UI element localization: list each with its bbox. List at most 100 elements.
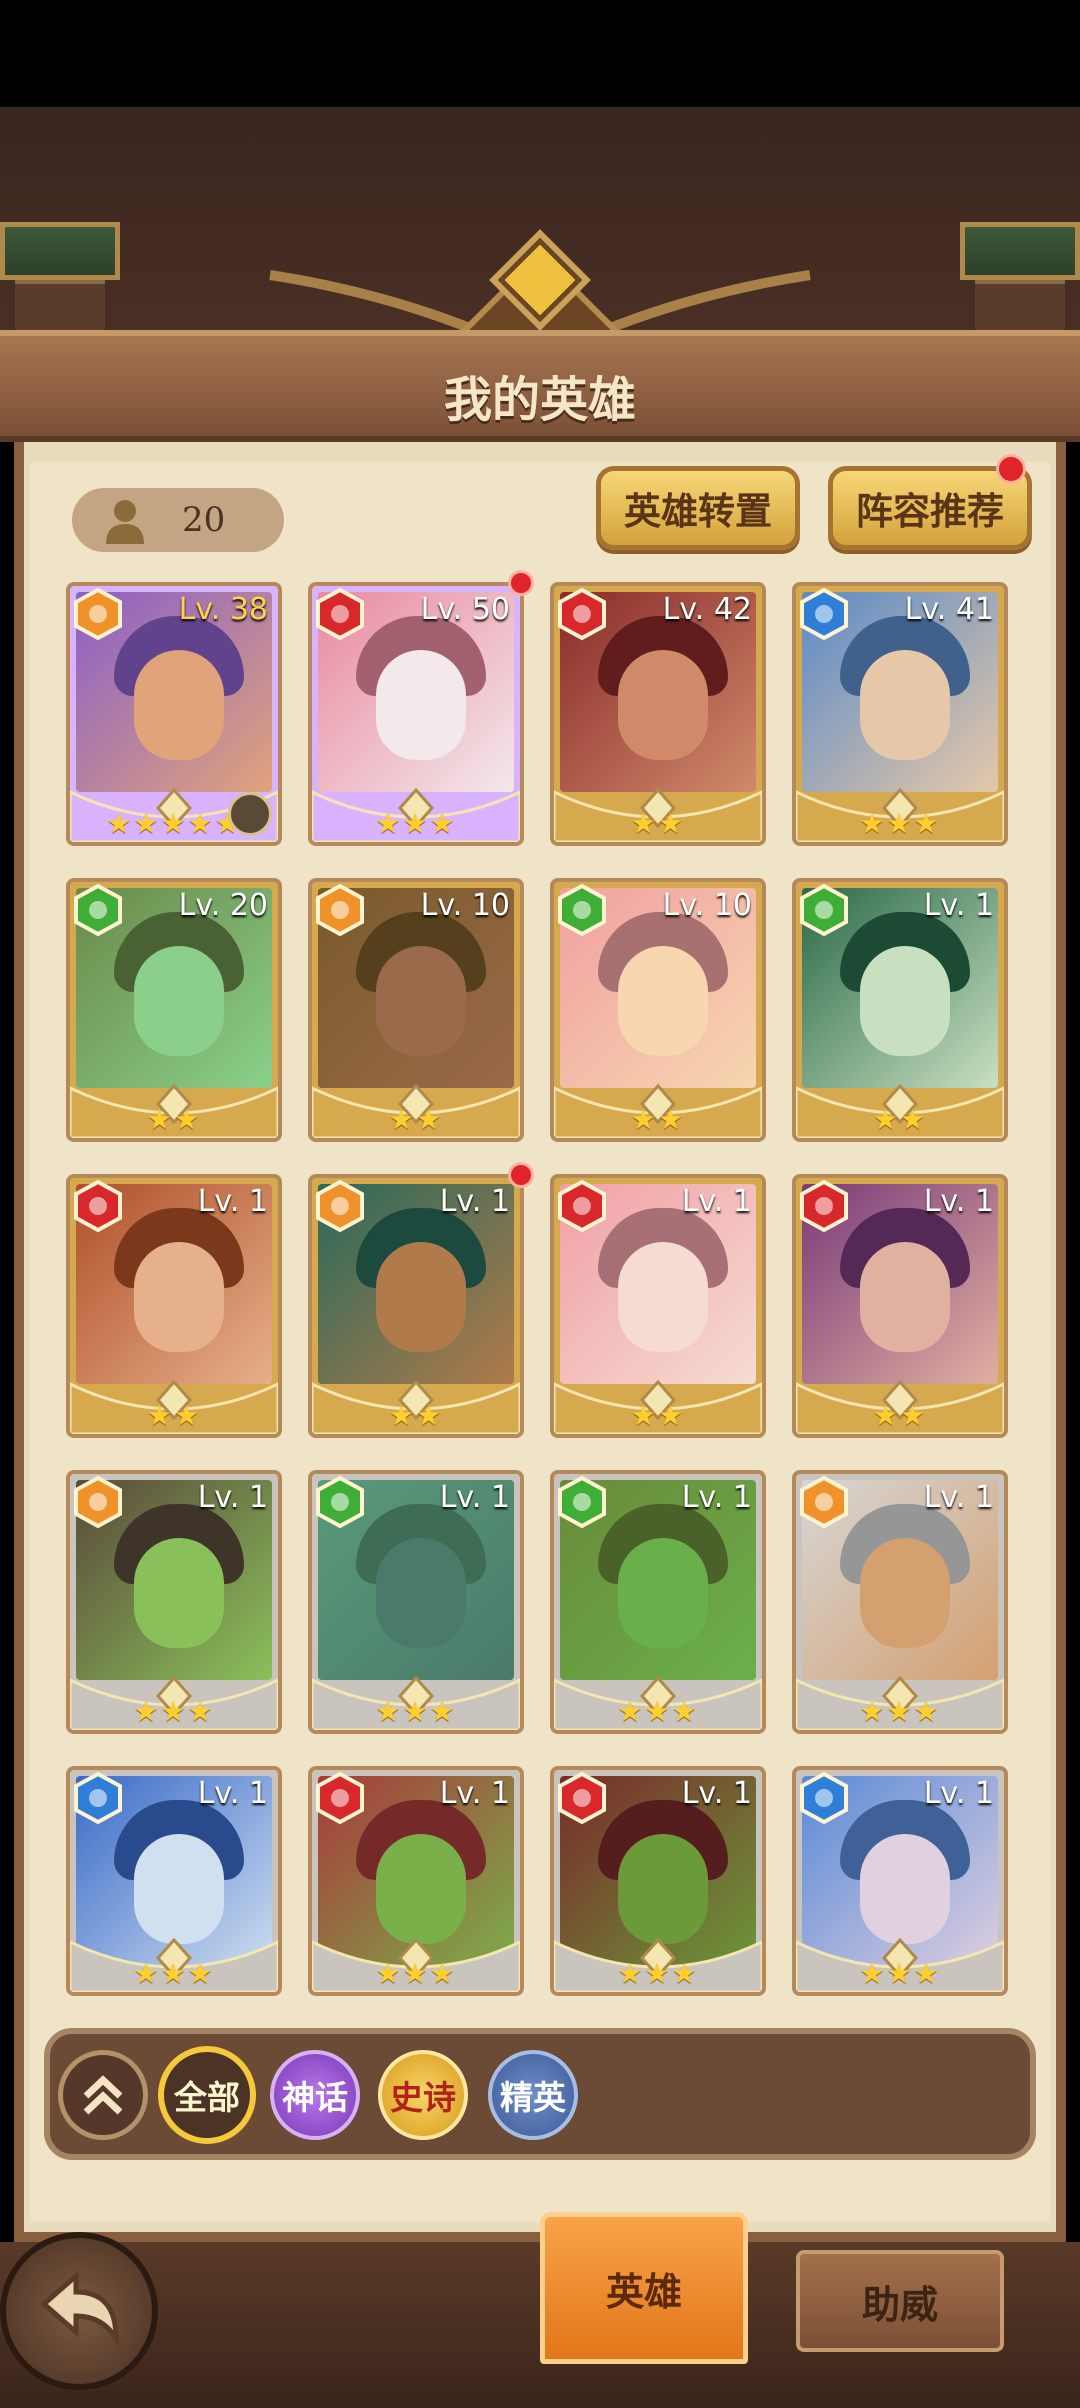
nature-element-icon <box>558 1475 606 1529</box>
clock-icon <box>228 792 272 836</box>
hero-level: Lv. 38 <box>178 592 268 627</box>
light-element-icon <box>800 1475 848 1529</box>
right-pillar-decoration <box>960 222 1080 330</box>
hero-level: Lv. 1 <box>681 1184 752 1219</box>
fire-element-icon <box>558 587 606 641</box>
hero-transfer-button[interactable]: 英雄转置 <box>596 466 800 550</box>
hero-stars: ★★★ <box>617 1695 699 1728</box>
hero-stars: ★★★ <box>859 807 941 840</box>
nature-element-icon <box>316 1475 364 1529</box>
filter-epic-button[interactable]: 史诗 <box>378 2050 468 2140</box>
hero-face <box>376 946 466 1056</box>
hero-card[interactable]: Lv. 1 ★★★ <box>792 1470 1008 1734</box>
hero-face <box>376 650 466 760</box>
hero-face <box>860 1538 950 1648</box>
hero-stars: ★★ <box>872 1103 928 1136</box>
filter-elite-button[interactable]: 精英 <box>488 2050 578 2140</box>
hero-notification-dot <box>508 570 534 596</box>
hero-card[interactable]: Lv. 1 ★★★ <box>792 1766 1008 1996</box>
hero-face <box>376 1242 466 1352</box>
fire-element-icon <box>558 1771 606 1825</box>
hero-card[interactable]: Lv. 38 ★★★★★ <box>66 582 282 846</box>
double-chevron-up-icon <box>83 2075 123 2115</box>
hero-stars: ★★★ <box>859 1695 941 1728</box>
hero-card[interactable]: Lv. 50 ★★★ <box>308 582 524 846</box>
nature-element-icon <box>558 883 606 937</box>
nature-element-icon <box>74 883 122 937</box>
hero-card[interactable]: Lv. 1 ★★ <box>550 1174 766 1438</box>
hero-card[interactable]: Lv. 41 ★★★ <box>792 582 1008 846</box>
lineup-notification-dot <box>996 454 1026 484</box>
hero-level: Lv. 10 <box>662 888 752 923</box>
water-element-icon <box>74 1771 122 1825</box>
left-pillar-decoration <box>0 222 120 330</box>
hero-level: Lv. 1 <box>923 1480 994 1515</box>
hero-card[interactable]: Lv. 1 ★★★ <box>308 1766 524 1996</box>
hero-card[interactable]: Lv. 1 ★★ <box>308 1174 524 1438</box>
collapse-button[interactable] <box>58 2050 148 2140</box>
hero-stars: ★★★ <box>133 1695 215 1728</box>
hero-count: 20 <box>72 488 284 552</box>
hero-card[interactable]: Lv. 1 ★★★ <box>66 1766 282 1996</box>
tab-heroes[interactable]: 英雄 <box>540 2212 748 2364</box>
hero-level: Lv. 1 <box>439 1184 510 1219</box>
fire-element-icon <box>316 1771 364 1825</box>
hero-stars: ★★★ <box>133 1957 215 1990</box>
hero-face <box>134 946 224 1056</box>
hero-face <box>618 650 708 760</box>
hero-card[interactable]: Lv. 1 ★★ <box>792 1174 1008 1438</box>
hero-stars: ★★ <box>630 1103 686 1136</box>
hero-card[interactable]: Lv. 1 ★★ <box>66 1174 282 1438</box>
hero-count-value: 20 <box>182 500 226 540</box>
water-element-icon <box>800 587 848 641</box>
hero-stars: ★★ <box>388 1399 444 1432</box>
hero-level: Lv. 1 <box>439 1776 510 1811</box>
hero-card[interactable]: Lv. 1 ★★★ <box>550 1766 766 1996</box>
hero-face <box>134 1242 224 1352</box>
hero-card[interactable]: Lv. 1 ★★★ <box>550 1470 766 1734</box>
hero-card[interactable]: Lv. 1 ★★★ <box>308 1470 524 1734</box>
hero-level: Lv. 10 <box>420 888 510 923</box>
tab-assist[interactable]: 助威 <box>796 2250 1004 2352</box>
page-title: 我的英雄 <box>443 372 636 428</box>
fire-element-icon <box>316 587 364 641</box>
hero-level: Lv. 1 <box>197 1480 268 1515</box>
filter-myth-button[interactable]: 神话 <box>270 2050 360 2140</box>
filter-all-button[interactable]: 全部 <box>158 2046 256 2144</box>
hero-level: Lv. 1 <box>197 1184 268 1219</box>
hero-stars: ★★ <box>146 1103 202 1136</box>
hero-card[interactable]: Lv. 1 ★★★ <box>66 1470 282 1734</box>
hero-level: Lv. 1 <box>923 1184 994 1219</box>
hero-level: Lv. 20 <box>178 888 268 923</box>
hero-card[interactable]: Lv. 42 ★★ <box>550 582 766 846</box>
hero-stars: ★★★ <box>375 1957 457 1990</box>
hero-card[interactable]: Lv. 10 ★★ <box>308 878 524 1142</box>
hero-card[interactable]: Lv. 20 ★★ <box>66 878 282 1142</box>
light-element-icon <box>316 1179 364 1233</box>
hero-stars: ★★★ <box>375 1695 457 1728</box>
hero-notification-dot <box>508 1162 534 1188</box>
back-button[interactable] <box>0 2232 158 2390</box>
hero-level: Lv. 1 <box>681 1776 752 1811</box>
hero-face <box>376 1538 466 1648</box>
hero-stars: ★★ <box>146 1399 202 1432</box>
fire-element-icon <box>800 1179 848 1233</box>
hero-stars: ★★★ <box>375 807 457 840</box>
hero-card[interactable]: Lv. 10 ★★ <box>550 878 766 1142</box>
water-element-icon <box>800 1771 848 1825</box>
status-bar <box>0 0 1080 107</box>
person-icon <box>106 500 144 544</box>
hero-level: Lv. 1 <box>439 1480 510 1515</box>
hero-face <box>860 1834 950 1944</box>
hero-face <box>860 946 950 1056</box>
light-element-icon <box>74 1475 122 1529</box>
hero-card[interactable]: Lv. 1 ★★ <box>792 878 1008 1142</box>
hero-face <box>134 650 224 760</box>
hero-face <box>618 1538 708 1648</box>
nature-element-icon <box>800 883 848 937</box>
hero-face <box>376 1834 466 1944</box>
hero-stars: ★★ <box>872 1399 928 1432</box>
hero-level: Lv. 42 <box>662 592 752 627</box>
fire-element-icon <box>558 1179 606 1233</box>
hero-stars: ★★ <box>630 807 686 840</box>
